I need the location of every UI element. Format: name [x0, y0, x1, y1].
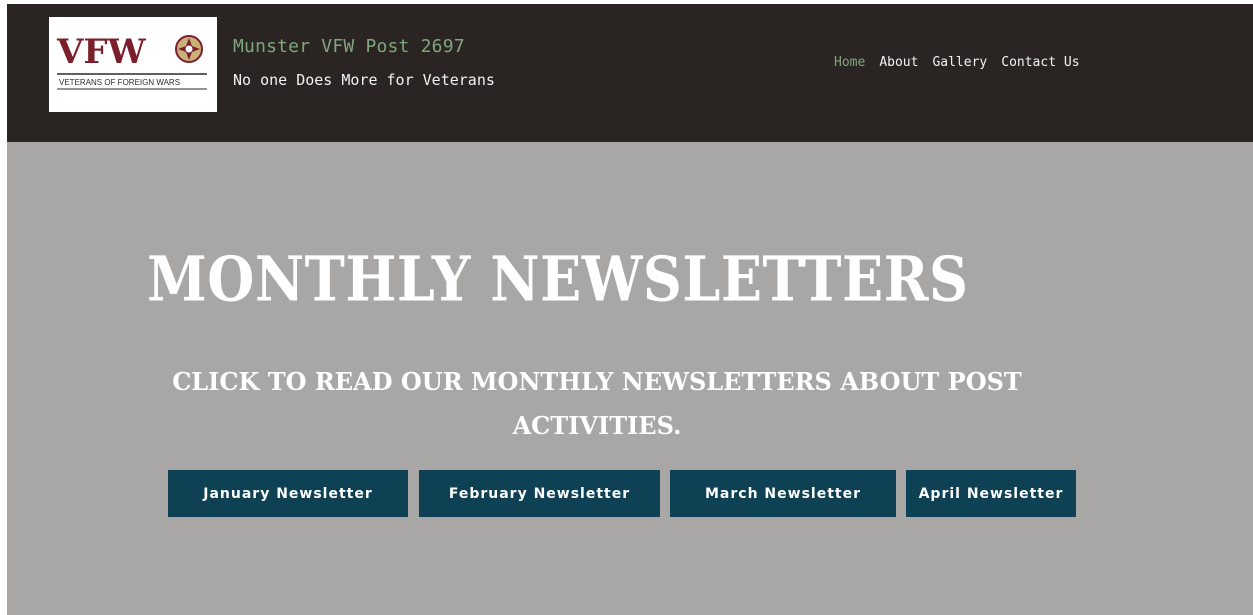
site-tagline: No one Does More for Veterans — [233, 71, 495, 89]
nav-home[interactable]: Home — [834, 55, 865, 70]
page-title: Monthly Newsletters — [147, 242, 969, 316]
vfw-logo[interactable]: VFW VETERANS OF FOREIGN WARS — [49, 17, 217, 112]
newsletters-hero: Monthly Newsletters Click to read our mo… — [7, 142, 1253, 615]
main-nav: Home About Gallery Contact Us — [834, 55, 1094, 70]
logo-wordmark: VFW — [56, 32, 147, 72]
february-newsletter-button[interactable]: February Newsletter — [419, 470, 660, 517]
vfw-cross-emblem-icon — [175, 35, 203, 63]
april-newsletter-button[interactable]: April Newsletter — [906, 470, 1076, 517]
page: VFW VETERANS OF FOREIGN WARS Munster VFW… — [7, 4, 1253, 615]
nav-about[interactable]: About — [879, 55, 918, 70]
page-subtitle: Click to read our monthly newsletters ab… — [172, 367, 1022, 440]
january-newsletter-button[interactable]: January Newsletter — [168, 470, 408, 517]
nav-contact-us[interactable]: Contact Us — [1001, 55, 1079, 70]
vfw-logo-graphic: VFW VETERANS OF FOREIGN WARS — [56, 32, 207, 90]
site-header: VFW VETERANS OF FOREIGN WARS Munster VFW… — [7, 4, 1253, 142]
march-newsletter-button[interactable]: March Newsletter — [670, 470, 896, 517]
nav-gallery[interactable]: Gallery — [932, 55, 987, 70]
site-title: Munster VFW Post 2697 — [233, 36, 465, 57]
logo-caption: VETERANS OF FOREIGN WARS — [59, 78, 180, 87]
